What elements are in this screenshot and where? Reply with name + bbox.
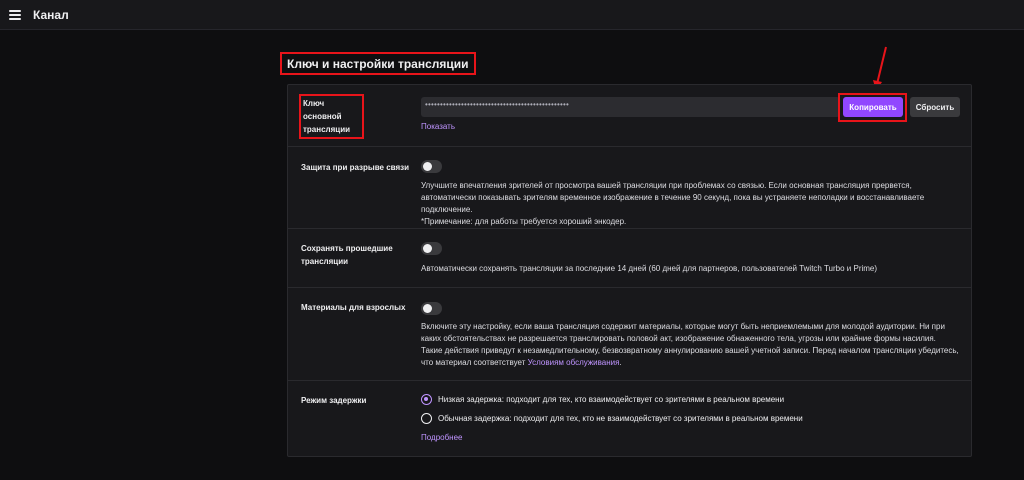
stream-key-row: Ключ основной трансляции •••••••••••••••… [288,85,971,147]
disconnect-protection-row: Защита при разрыве связи Улучшите впечат… [288,147,971,229]
terms-link[interactable]: Условиям обслуживания [528,358,620,367]
toggle-knob [423,162,432,171]
mature-content-description: Включите эту настройку, если ваша трансл… [421,321,959,369]
disconnect-protection-toggle[interactable] [421,160,442,173]
show-key-link[interactable]: Показать [421,122,455,131]
disconnect-protection-text: Улучшите впечатления зрителей от просмот… [421,181,925,214]
mature-content-row: Материалы для взрослых Включите эту наст… [288,288,971,381]
disconnect-protection-note: *Примечание: для работы требуется хороши… [421,217,627,226]
latency-option-low[interactable]: Низкая задержка: подходит для тех, кто в… [421,394,784,405]
save-past-toggle[interactable] [421,242,442,255]
top-bar: Канал [0,0,1024,30]
save-past-row: Сохранять прошедшие трансляции Автоматич… [288,229,971,288]
toggle-knob [423,304,432,313]
menu-icon[interactable] [9,9,21,20]
mature-content-text: Включите эту настройку, если ваша трансл… [421,322,959,367]
latency-label: Режим задержки [301,396,367,405]
save-past-label: Сохранять прошедшие трансляции [301,244,393,266]
page-header-title: Канал [33,7,69,22]
section-title: Ключ и настройки трансляции [280,52,476,75]
terms-suffix: . [619,358,622,367]
save-past-description: Автоматически сохранять трансляции за по… [421,264,878,273]
latency-more-link[interactable]: Подробнее [421,433,463,442]
copy-button[interactable]: Копировать [843,97,903,117]
latency-option-normal-label: Обычная задержка: подходит для тех, кто … [438,414,803,423]
stream-key-field[interactable]: ••••••••••••••••••••••••••••••••••••••••… [421,97,840,117]
toggle-knob [423,244,432,253]
latency-option-low-label: Низкая задержка: подходит для тех, кто в… [438,395,785,404]
reset-button[interactable]: Сбросить [910,97,960,117]
mature-content-toggle[interactable] [421,302,442,315]
disconnect-protection-description: Улучшите впечатления зрителей от просмот… [421,180,959,228]
disconnect-protection-label: Защита при разрыве связи [301,163,410,172]
latency-row: Режим задержки Низкая задержка: подходит… [288,381,971,456]
stream-settings-panel: Ключ основной трансляции •••••••••••••••… [287,84,972,457]
latency-option-normal[interactable]: Обычная задержка: подходит для тех, кто … [421,413,803,424]
radio-unchecked-icon [421,413,432,424]
radio-checked-icon [421,394,432,405]
mature-content-label: Материалы для взрослых [301,303,406,312]
stream-key-label: Ключ основной трансляции [299,94,364,139]
